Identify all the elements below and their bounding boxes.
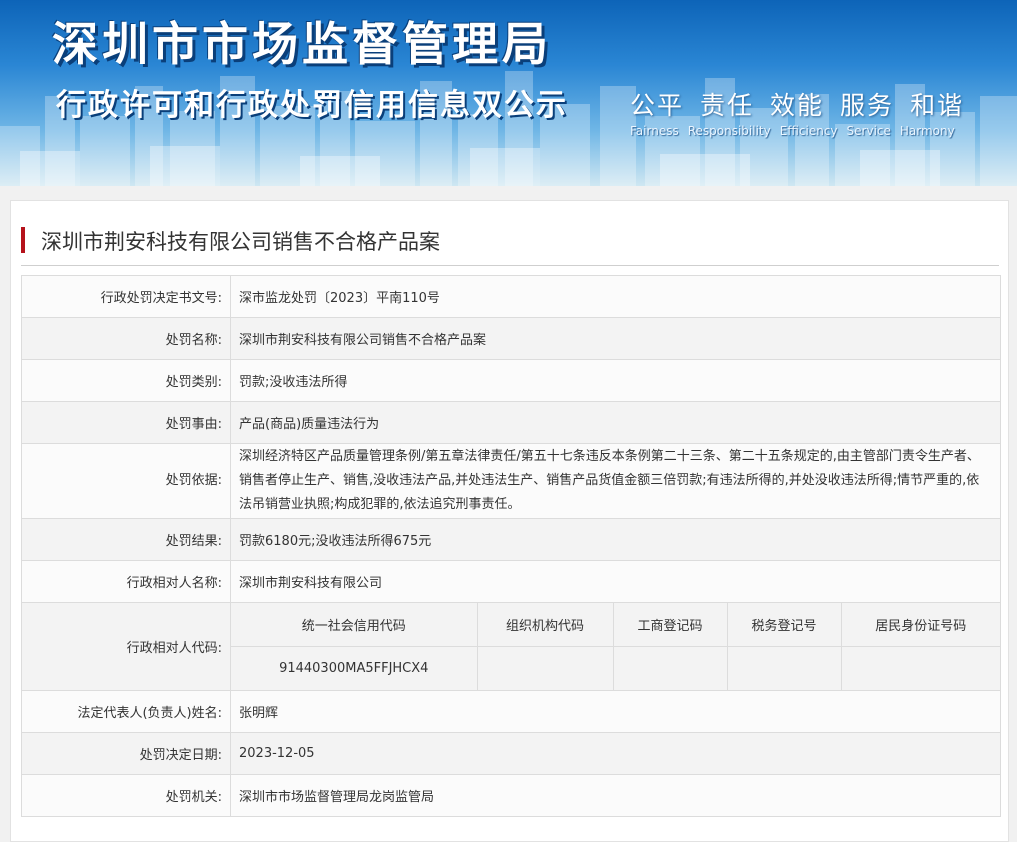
- id-card-number: [841, 647, 1000, 691]
- org-code: [477, 646, 614, 690]
- table-row: 处罚类别: 罚款;没收违法所得: [21, 359, 1001, 402]
- codes-header-row: 统一社会信用代码 组织机构代码 工商登记码 税务登记号 居民身份证号码: [231, 603, 1000, 647]
- penalty-reason: 产品(商品)质量违法行为: [230, 401, 1001, 444]
- penalty-result: 罚款6180元;没收违法所得675元: [230, 518, 1001, 561]
- field-label: 行政处罚决定书文号:: [21, 275, 231, 318]
- party-codes-table: 统一社会信用代码 组织机构代码 工商登记码 税务登记号 居民身份证号码 9144…: [231, 603, 1000, 690]
- title-accent-bar: [21, 227, 25, 253]
- slogan-cn-item: 公平: [630, 91, 685, 120]
- slogans-en: Fairness Responsibility Efficiency Service H…: [630, 124, 980, 138]
- slogan-en-item: Fairness: [630, 124, 679, 138]
- field-label: 处罚结果:: [21, 518, 231, 561]
- legal-representative: 张明辉: [230, 690, 1001, 733]
- credit-code: 91440300MA5FFJHCX4: [231, 646, 478, 690]
- agency-name: 深圳市市场监督管理局: [52, 17, 552, 71]
- codes-header: 居民身份证号码: [841, 603, 1000, 647]
- slogan-cn-item: 效能: [770, 91, 825, 120]
- field-label: 处罚事由:: [21, 401, 231, 444]
- table-row: 行政处罚决定书文号: 深市监龙处罚〔2023〕平南110号: [21, 275, 1001, 318]
- slogans-cn: 公平 责任 效能 服务 和谐: [630, 86, 980, 122]
- case-detail-panel: 深圳市荆安科技有限公司销售不合格产品案 行政处罚决定书文号: 深市监龙处罚〔20…: [10, 200, 1009, 842]
- codes-header: 税务登记号: [727, 603, 842, 647]
- penalty-category: 罚款;没收违法所得: [230, 359, 1001, 402]
- party-name: 深圳市荆安科技有限公司: [230, 560, 1001, 603]
- penalty-name: 深圳市荆安科技有限公司销售不合格产品案: [230, 317, 1001, 360]
- slogans: 公平 责任 效能 服务 和谐 Fairness Responsibility Efficie…: [630, 86, 980, 138]
- table-row: 处罚事由: 产品(商品)质量违法行为: [21, 401, 1001, 444]
- field-label: 处罚依据:: [21, 443, 231, 519]
- field-label: 行政相对人代码:: [21, 602, 231, 691]
- business-reg-code: [613, 646, 728, 690]
- slogan-cn-item: 服务: [840, 91, 895, 120]
- field-label: 处罚名称:: [21, 317, 231, 360]
- field-label: 行政相对人名称:: [21, 560, 231, 603]
- codes-header: 组织机构代码: [477, 603, 614, 647]
- codes-header: 工商登记码: [613, 603, 728, 647]
- codes-header: 统一社会信用代码: [231, 603, 478, 647]
- table-row: 处罚机关: 深圳市市场监督管理局龙岗监管局: [21, 774, 1001, 817]
- banner-subtitle: 行政许可和行政处罚信用信息双公示: [56, 88, 568, 123]
- case-title: 深圳市荆安科技有限公司销售不合格产品案: [41, 230, 440, 254]
- table-row: 处罚决定日期: 2023-12-05: [21, 732, 1001, 775]
- slogan-cn-item: 责任: [700, 91, 755, 120]
- slogan-en-item: Harmony: [899, 124, 955, 138]
- penalty-basis: 深圳经济特区产品质量管理条例/第五章法律责任/第五十七条违反本条例第二十三条、第…: [230, 443, 1001, 519]
- tax-reg-code: [727, 646, 842, 690]
- slogan-en-item: Service: [846, 124, 891, 138]
- table-row: 行政相对人名称: 深圳市荆安科技有限公司: [21, 560, 1001, 603]
- party-codes-cell: 统一社会信用代码 组织机构代码 工商登记码 税务登记号 居民身份证号码 9144…: [230, 602, 1001, 691]
- codes-value-row: 91440300MA5FFJHCX4: [231, 646, 1000, 691]
- slogan-en-item: Efficiency: [779, 124, 838, 138]
- decision-date: 2023-12-05: [230, 732, 1001, 775]
- slogan-en-item: Responsibility: [687, 124, 771, 138]
- penalty-authority: 深圳市市场监督管理局龙岗监管局: [230, 774, 1001, 817]
- decision-number: 深市监龙处罚〔2023〕平南110号: [230, 275, 1001, 318]
- field-label: 法定代表人(负责人)姓名:: [21, 690, 231, 733]
- header-banner: 深圳市市场监督管理局 行政许可和行政处罚信用信息双公示 公平 责任 效能 服务 和谐 F…: [0, 0, 1017, 186]
- table-row: 行政相对人代码: 统一社会信用代码 组织机构代码 工商登记码 税务登记号 居民身…: [21, 602, 1001, 691]
- field-label: 处罚决定日期:: [21, 732, 231, 775]
- table-row: 法定代表人(负责人)姓名: 张明辉: [21, 690, 1001, 733]
- field-label: 处罚机关:: [21, 774, 231, 817]
- table-row: 处罚结果: 罚款6180元;没收违法所得675元: [21, 518, 1001, 561]
- field-label: 处罚类别:: [21, 359, 231, 402]
- case-info-table: 行政处罚决定书文号: 深市监龙处罚〔2023〕平南110号 处罚名称: 深圳市荆…: [21, 275, 1001, 817]
- table-row: 处罚依据: 深圳经济特区产品质量管理条例/第五章法律责任/第五十七条违反本条例第…: [21, 443, 1001, 519]
- slogan-cn-item: 和谐: [910, 91, 965, 120]
- table-row: 处罚名称: 深圳市荆安科技有限公司销售不合格产品案: [21, 317, 1001, 360]
- case-title-header: 深圳市荆安科技有限公司销售不合格产品案: [21, 221, 999, 266]
